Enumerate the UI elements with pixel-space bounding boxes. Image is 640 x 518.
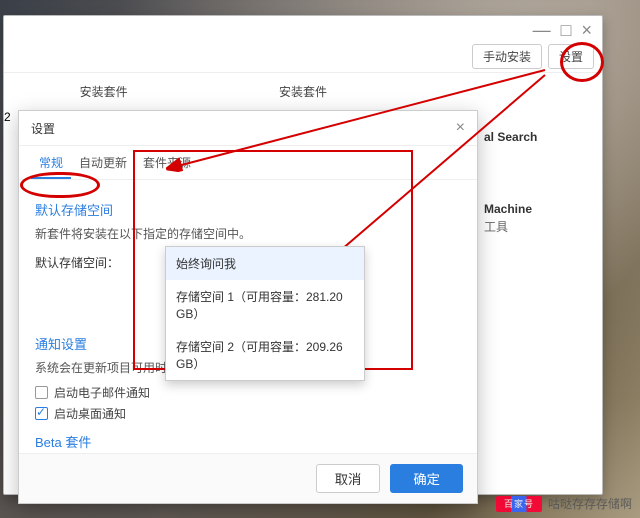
watermark: 百家号 咕哒存存存储啊 xyxy=(496,495,632,512)
option-ask[interactable]: 始终询问我 xyxy=(166,247,364,280)
watermark-text: 咕哒存存存储啊 xyxy=(548,495,632,512)
option-volume-1[interactable]: 存储空间 1（可用容量：281.20 GB） xyxy=(166,280,364,330)
default-storage-options: 始终询问我 存储空间 1（可用容量：281.20 GB） 存储空间 2（可用容量… xyxy=(165,246,365,381)
watermark-logo: 百家号 xyxy=(496,496,542,512)
option-volume-2[interactable]: 存储空间 2（可用容量：209.26 GB） xyxy=(166,330,364,380)
